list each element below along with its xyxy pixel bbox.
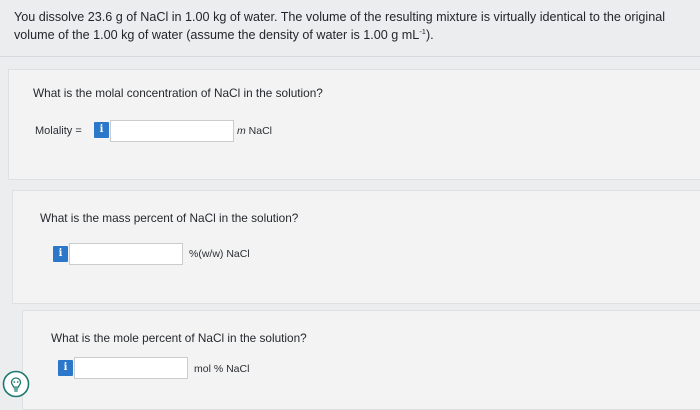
question-molality: What is the molal concentration of NaCl …: [33, 86, 323, 100]
question-card-molality: What is the molal concentration of NaCl …: [8, 69, 700, 180]
problem-statement: You dissolve 23.6 g of NaCl in 1.00 kg o…: [14, 8, 694, 44]
problem-text-end: ).: [425, 28, 434, 42]
molality-input[interactable]: [110, 120, 234, 142]
info-icon[interactable]: i: [53, 246, 68, 262]
molality-unit-m: m: [237, 125, 246, 137]
molality-unit-text: NaCl: [245, 125, 273, 137]
question-mass-percent: What is the mass percent of NaCl in the …: [40, 211, 299, 225]
hint-lightbulb-icon[interactable]: [2, 370, 30, 398]
question-card-mole-percent: What is the mole percent of NaCl in the …: [22, 310, 700, 410]
question-card-mass-percent: What is the mass percent of NaCl in the …: [12, 190, 700, 304]
molality-label: Molality =: [35, 125, 82, 137]
molality-unit: m NaCl: [237, 125, 272, 137]
mole-percent-input[interactable]: [74, 357, 188, 379]
info-icon[interactable]: i: [94, 122, 109, 138]
mole-percent-unit: mol % NaCl: [194, 363, 250, 375]
mass-percent-input[interactable]: [69, 243, 183, 265]
divider: [0, 56, 700, 57]
mass-percent-unit: %(w/w) NaCl: [189, 248, 250, 260]
problem-text: You dissolve 23.6 g of NaCl in 1.00 kg o…: [14, 10, 666, 42]
info-icon[interactable]: i: [58, 360, 73, 376]
problem-superscript: -1: [419, 26, 426, 36]
question-mole-percent: What is the mole percent of NaCl in the …: [51, 331, 307, 345]
